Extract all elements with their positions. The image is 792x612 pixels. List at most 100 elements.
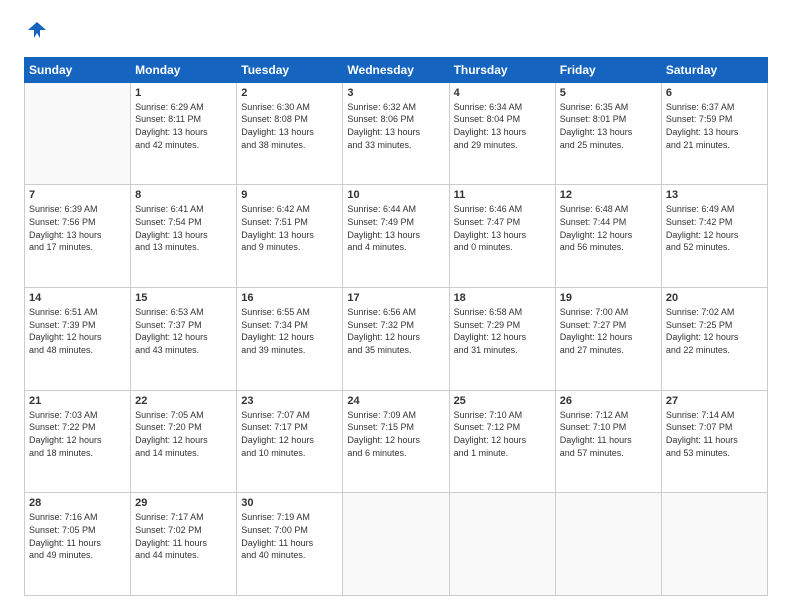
calendar-cell: 4Sunrise: 6:34 AMSunset: 8:04 PMDaylight…: [449, 82, 555, 185]
day-number: 13: [666, 189, 763, 201]
calendar-cell: 9 Sunrise: 6:42 AMSunset: 7:51 PMDaylight…: [237, 185, 343, 288]
day-info-line: Daylight: 13 hours: [135, 229, 232, 242]
day-info-line: Daylight: 12 hours: [347, 434, 444, 447]
day-info-line: Sunset: 7:51 PM: [241, 216, 338, 229]
calendar-header-wednesday: Wednesday: [343, 57, 449, 82]
calendar-header-row: SundayMondayTuesdayWednesdayThursdayFrid…: [25, 57, 768, 82]
day-info-line: Sunrise: 6:51 AM: [29, 306, 126, 319]
day-info-line: Sunrise: 7:14 AM: [666, 409, 763, 422]
day-info-line: Sunrise: 7:12 AM: [560, 409, 657, 422]
day-info-line: Sunrise: 6:53 AM: [135, 306, 232, 319]
day-info-line: Sunset: 7:29 PM: [454, 319, 551, 332]
calendar-header-friday: Friday: [555, 57, 661, 82]
logo-text: [24, 20, 48, 47]
calendar-cell: 3 Sunrise: 6:32 AMSunset: 8:06 PMDaylight…: [343, 82, 449, 185]
calendar-cell: 29Sunrise: 7:17 AMSunset: 7:02 PMDayligh…: [131, 493, 237, 596]
day-info-line: Sunset: 8:06 PM: [347, 113, 444, 126]
calendar-cell: 26Sunrise: 7:12 AMSunset: 7:10 PMDayligh…: [555, 390, 661, 493]
day-info-line: Daylight: 12 hours: [29, 331, 126, 344]
day-info-line: Sunset: 7:32 PM: [347, 319, 444, 332]
day-info-line: Daylight: 12 hours: [347, 331, 444, 344]
day-info-line: Daylight: 11 hours: [135, 537, 232, 550]
day-info-line: Sunrise: 6:49 AM: [666, 203, 763, 216]
day-info-line: Sunset: 7:12 PM: [454, 421, 551, 434]
day-info-line: and 17 minutes.: [29, 241, 126, 254]
day-info-line: Daylight: 13 hours: [241, 229, 338, 242]
day-info-line: Sunset: 7:49 PM: [347, 216, 444, 229]
day-number: 6: [666, 87, 763, 99]
day-info-line: Daylight: 12 hours: [241, 331, 338, 344]
day-number: 9: [241, 189, 338, 201]
calendar-cell: 25Sunrise: 7:10 AMSunset: 7:12 PMDayligh…: [449, 390, 555, 493]
day-info-line: Sunset: 8:04 PM: [454, 113, 551, 126]
day-info-line: Sunset: 7:37 PM: [135, 319, 232, 332]
day-info-line: and 43 minutes.: [135, 344, 232, 357]
day-number: 3: [347, 87, 444, 99]
day-info-line: Sunset: 7:02 PM: [135, 524, 232, 537]
day-info-line: and 33 minutes.: [347, 139, 444, 152]
day-info-line: Daylight: 13 hours: [454, 229, 551, 242]
day-info-line: Daylight: 12 hours: [666, 229, 763, 242]
day-info-line: Sunset: 7:05 PM: [29, 524, 126, 537]
day-info-line: and 40 minutes.: [241, 549, 338, 562]
day-info-line: Daylight: 13 hours: [454, 126, 551, 139]
day-info-line: Sunrise: 7:07 AM: [241, 409, 338, 422]
calendar-cell: 2Sunrise: 6:30 AMSunset: 8:08 PMDaylight…: [237, 82, 343, 185]
day-info-line: Sunset: 7:47 PM: [454, 216, 551, 229]
day-info-line: and 53 minutes.: [666, 447, 763, 460]
day-info-line: Sunset: 7:27 PM: [560, 319, 657, 332]
calendar-cell: 24Sunrise: 7:09 AMSunset: 7:15 PMDayligh…: [343, 390, 449, 493]
day-number: 26: [560, 395, 657, 407]
day-info-line: and 22 minutes.: [666, 344, 763, 357]
calendar-header-monday: Monday: [131, 57, 237, 82]
day-info-line: Sunrise: 7:19 AM: [241, 511, 338, 524]
day-number: 20: [666, 292, 763, 304]
day-number: 2: [241, 87, 338, 99]
day-info-line: Sunset: 7:54 PM: [135, 216, 232, 229]
calendar-week-2: 14Sunrise: 6:51 AMSunset: 7:39 PMDayligh…: [25, 288, 768, 391]
calendar-cell: 23Sunrise: 7:07 AMSunset: 7:17 PMDayligh…: [237, 390, 343, 493]
day-info-line: Daylight: 13 hours: [347, 229, 444, 242]
calendar-cell: 12Sunrise: 6:48 AMSunset: 7:44 PMDayligh…: [555, 185, 661, 288]
day-info-line: Daylight: 13 hours: [347, 126, 444, 139]
day-info-line: Sunset: 7:15 PM: [347, 421, 444, 434]
calendar-cell: 19Sunrise: 7:00 AMSunset: 7:27 PMDayligh…: [555, 288, 661, 391]
day-info-line: Sunset: 7:59 PM: [666, 113, 763, 126]
calendar-header-tuesday: Tuesday: [237, 57, 343, 82]
day-info-line: and 31 minutes.: [454, 344, 551, 357]
day-number: 25: [454, 395, 551, 407]
day-number: 4: [454, 87, 551, 99]
day-info-line: Daylight: 11 hours: [29, 537, 126, 550]
day-info-line: and 18 minutes.: [29, 447, 126, 460]
day-info-line: and 6 minutes.: [347, 447, 444, 460]
day-info-line: Daylight: 12 hours: [29, 434, 126, 447]
day-info-line: and 14 minutes.: [135, 447, 232, 460]
calendar-cell: 10Sunrise: 6:44 AMSunset: 7:49 PMDayligh…: [343, 185, 449, 288]
calendar-cell: 17 Sunrise: 6:56 AMSunset: 7:32 PMDayligh…: [343, 288, 449, 391]
day-number: 7: [29, 189, 126, 201]
day-number: 17: [347, 292, 444, 304]
day-info-line: and 4 minutes.: [347, 241, 444, 254]
day-info-line: and 10 minutes.: [241, 447, 338, 460]
calendar-header-sunday: Sunday: [25, 57, 131, 82]
day-info-line: and 27 minutes.: [560, 344, 657, 357]
calendar-cell: 21Sunrise: 7:03 AMSunset: 7:22 PMDayligh…: [25, 390, 131, 493]
day-info-line: Sunrise: 6:32 AM: [347, 101, 444, 114]
day-info-line: Sunrise: 7:00 AM: [560, 306, 657, 319]
calendar-cell: [343, 493, 449, 596]
day-info-line: Sunrise: 6:42 AM: [241, 203, 338, 216]
day-info-line: Sunrise: 7:02 AM: [666, 306, 763, 319]
day-info-line: Daylight: 12 hours: [241, 434, 338, 447]
day-info-line: Sunrise: 6:56 AM: [347, 306, 444, 319]
day-info-line: Daylight: 12 hours: [454, 331, 551, 344]
calendar-cell: 14Sunrise: 6:51 AMSunset: 7:39 PMDayligh…: [25, 288, 131, 391]
day-info-line: and 1 minute.: [454, 447, 551, 460]
day-number: 15: [135, 292, 232, 304]
day-info-line: and 56 minutes.: [560, 241, 657, 254]
day-info-line: Sunset: 7:42 PM: [666, 216, 763, 229]
day-info-line: Daylight: 13 hours: [666, 126, 763, 139]
calendar-week-3: 21Sunrise: 7:03 AMSunset: 7:22 PMDayligh…: [25, 390, 768, 493]
day-info-line: Sunrise: 6:55 AM: [241, 306, 338, 319]
page: SundayMondayTuesdayWednesdayThursdayFrid…: [0, 0, 792, 612]
day-number: 21: [29, 395, 126, 407]
